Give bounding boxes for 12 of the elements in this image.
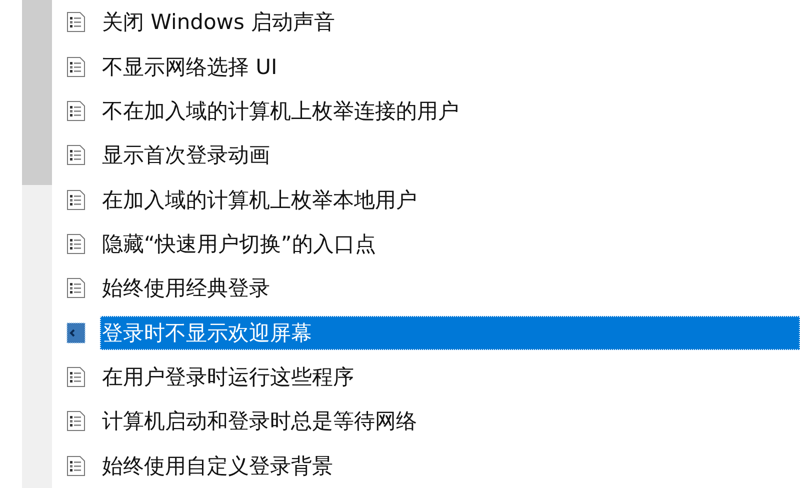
policy-item[interactable]: 计算机启动和登录时总是等待网络 — [100, 404, 419, 438]
policy-item[interactable]: 登录时不显示欢迎屏幕 — [100, 316, 800, 350]
policy-item[interactable]: 始终使用自定义登录背景 — [100, 448, 335, 483]
scrollbar-thumb[interactable] — [22, 0, 52, 185]
policy-item[interactable]: 不在加入域的计算机上枚举连接的用户 — [100, 94, 461, 128]
policy-item[interactable]: 在用户登录时运行这些程序 — [100, 360, 356, 394]
policy-item[interactable]: 在加入域的计算机上枚举本地用户 — [100, 182, 419, 217]
policy-item[interactable]: 显示首次登录动画 — [100, 138, 272, 172]
policy-item[interactable]: 关闭 Windows 启动声音 — [100, 5, 338, 40]
policy-item[interactable]: 隐藏“快速用户切换”的入口点 — [100, 226, 378, 261]
policy-item[interactable]: 始终使用经典登录 — [100, 271, 272, 306]
policy-item[interactable]: 不显示网络选择 UI — [100, 50, 280, 84]
